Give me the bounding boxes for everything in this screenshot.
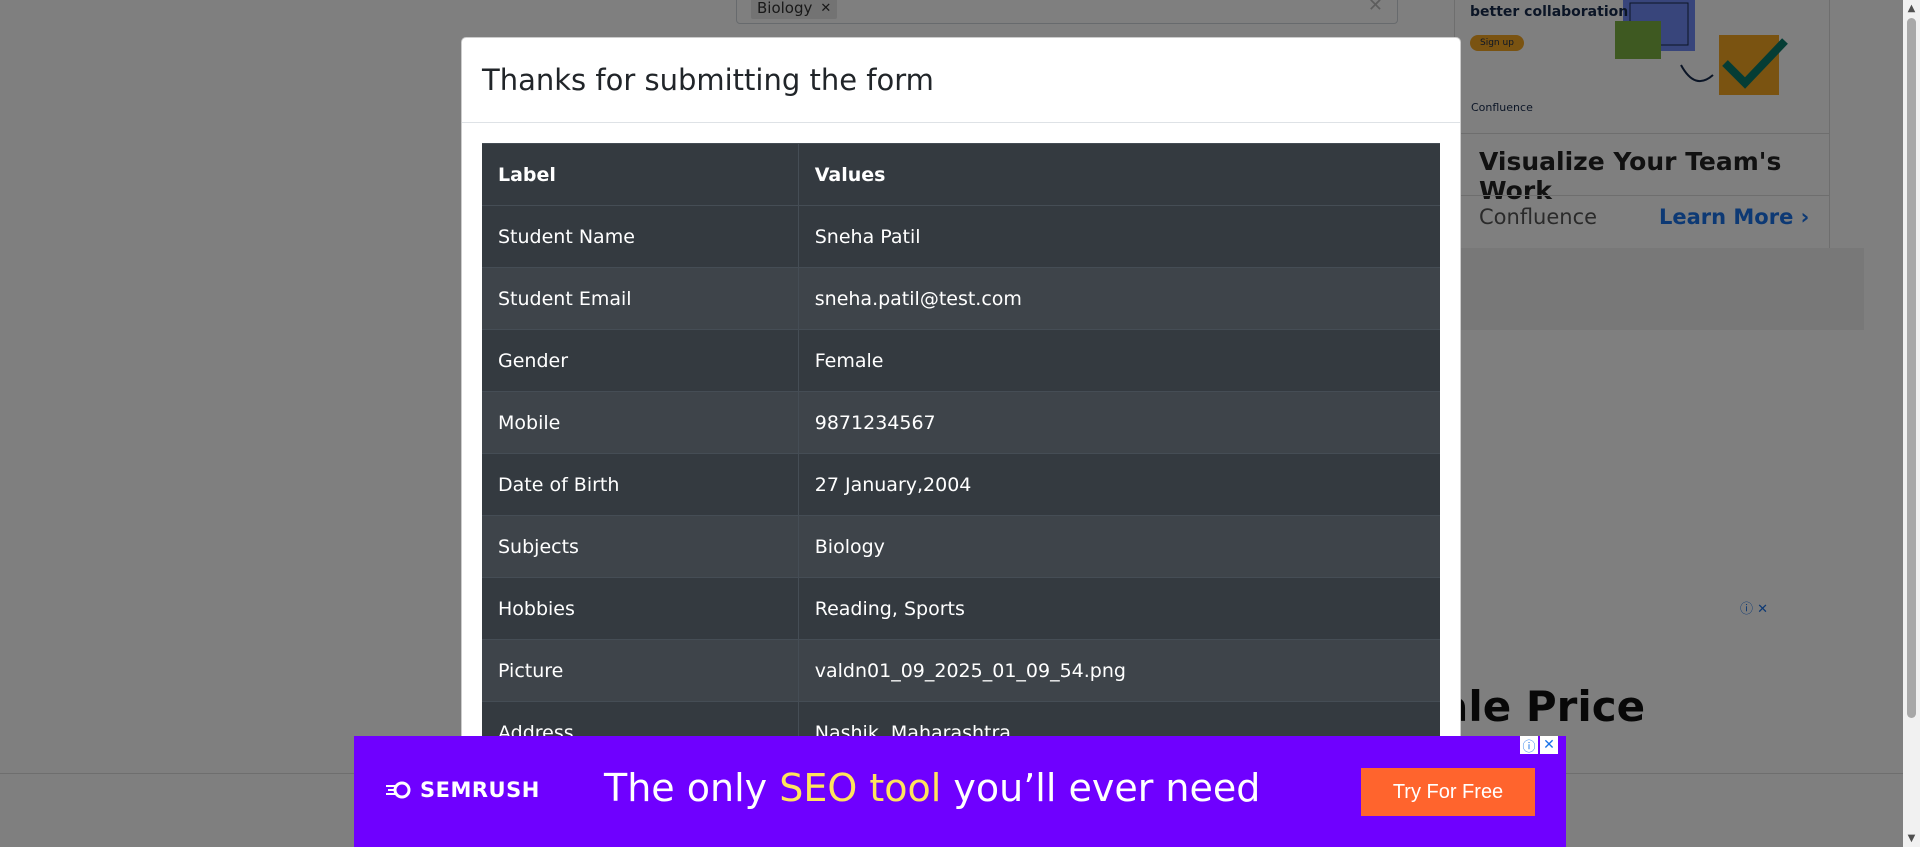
table-row: Mobile 9871234567 <box>482 391 1440 454</box>
tagline-highlight: SEO tool <box>779 766 942 810</box>
modal-body: Label Values Student Name Sneha Patil St… <box>462 123 1460 783</box>
modal-title: Thanks for submitting the form <box>482 63 934 97</box>
table-row: Gender Female <box>482 329 1440 392</box>
try-for-free-button[interactable]: Try For Free <box>1361 768 1535 816</box>
scroll-down-arrow-icon[interactable]: ▼ <box>1903 830 1920 847</box>
ad-info-icon[interactable]: ⓘ <box>1520 736 1538 755</box>
semrush-logo-text: SEMRUSH <box>420 778 540 802</box>
row-value: 9871234567 <box>798 391 1440 454</box>
row-label: Gender <box>482 329 799 392</box>
row-label: Picture <box>482 639 799 702</box>
table-row: Hobbies Reading, Sports <box>482 577 1440 640</box>
row-value: Sneha Patil <box>798 205 1440 268</box>
banner-tagline: The only SEO tool you’ll ever need <box>604 766 1260 810</box>
row-value: Reading, Sports <box>798 577 1440 640</box>
row-value: Biology <box>798 515 1440 578</box>
row-label: Subjects <box>482 515 799 578</box>
results-table: Label Values Student Name Sneha Patil St… <box>482 143 1440 763</box>
scroll-thumb[interactable] <box>1907 18 1916 718</box>
row-value: sneha.patil@test.com <box>798 267 1440 330</box>
row-label: Date of Birth <box>482 453 799 516</box>
row-value: valdn01_09_2025_01_09_54.png <box>798 639 1440 702</box>
tagline-start: The only <box>604 766 780 810</box>
table-header-row: Label Values <box>482 143 1440 206</box>
row-label: Mobile <box>482 391 799 454</box>
modal-header: Thanks for submitting the form <box>462 38 1460 123</box>
scroll-up-arrow-icon[interactable]: ▲ <box>1903 0 1920 17</box>
semrush-logo: SEMRUSH <box>384 778 540 802</box>
table-row: Student Name Sneha Patil <box>482 205 1440 268</box>
submission-modal: Thanks for submitting the form Label Val… <box>461 37 1461 799</box>
ad-close-icon[interactable]: ✕ <box>1540 736 1558 754</box>
column-header-label: Label <box>482 143 799 206</box>
semrush-flame-icon <box>386 781 411 799</box>
row-value: 27 January,2004 <box>798 453 1440 516</box>
page-scrollbar[interactable]: ▲ ▼ <box>1903 0 1920 847</box>
table-row: Subjects Biology <box>482 515 1440 578</box>
tagline-end: you’ll ever need <box>941 766 1261 810</box>
row-label: Hobbies <box>482 577 799 640</box>
table-row: Date of Birth 27 January,2004 <box>482 453 1440 516</box>
table-row: Picture valdn01_09_2025_01_09_54.png <box>482 639 1440 702</box>
column-header-values: Values <box>798 143 1440 206</box>
table-row: Student Email sneha.patil@test.com <box>482 267 1440 330</box>
row-value: Female <box>798 329 1440 392</box>
row-label: Student Email <box>482 267 799 330</box>
row-label: Student Name <box>482 205 799 268</box>
semrush-banner-ad[interactable]: SEMRUSH The only SEO tool you’ll ever ne… <box>354 736 1566 847</box>
